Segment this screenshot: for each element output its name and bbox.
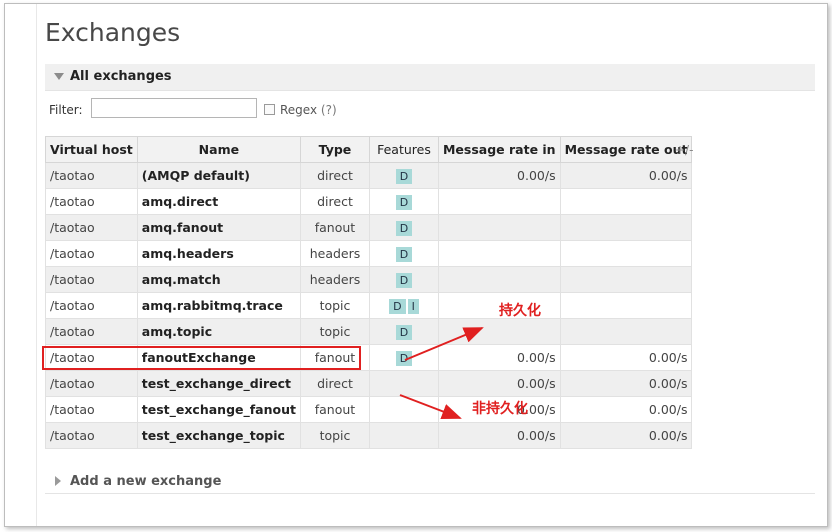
add-exchange-toggle[interactable]: Add a new exchange bbox=[45, 469, 815, 494]
expand-triangle-icon bbox=[55, 476, 61, 486]
durable-annotation: 持久化 bbox=[499, 303, 541, 319]
non-durable-arrow bbox=[399, 394, 462, 420]
add-exchange-label: Add a new exchange bbox=[70, 474, 222, 489]
annotation-arrows bbox=[399, 327, 484, 420]
durable-arrow bbox=[404, 327, 484, 361]
non-durable-annotation: 非持久化 bbox=[472, 401, 528, 417]
